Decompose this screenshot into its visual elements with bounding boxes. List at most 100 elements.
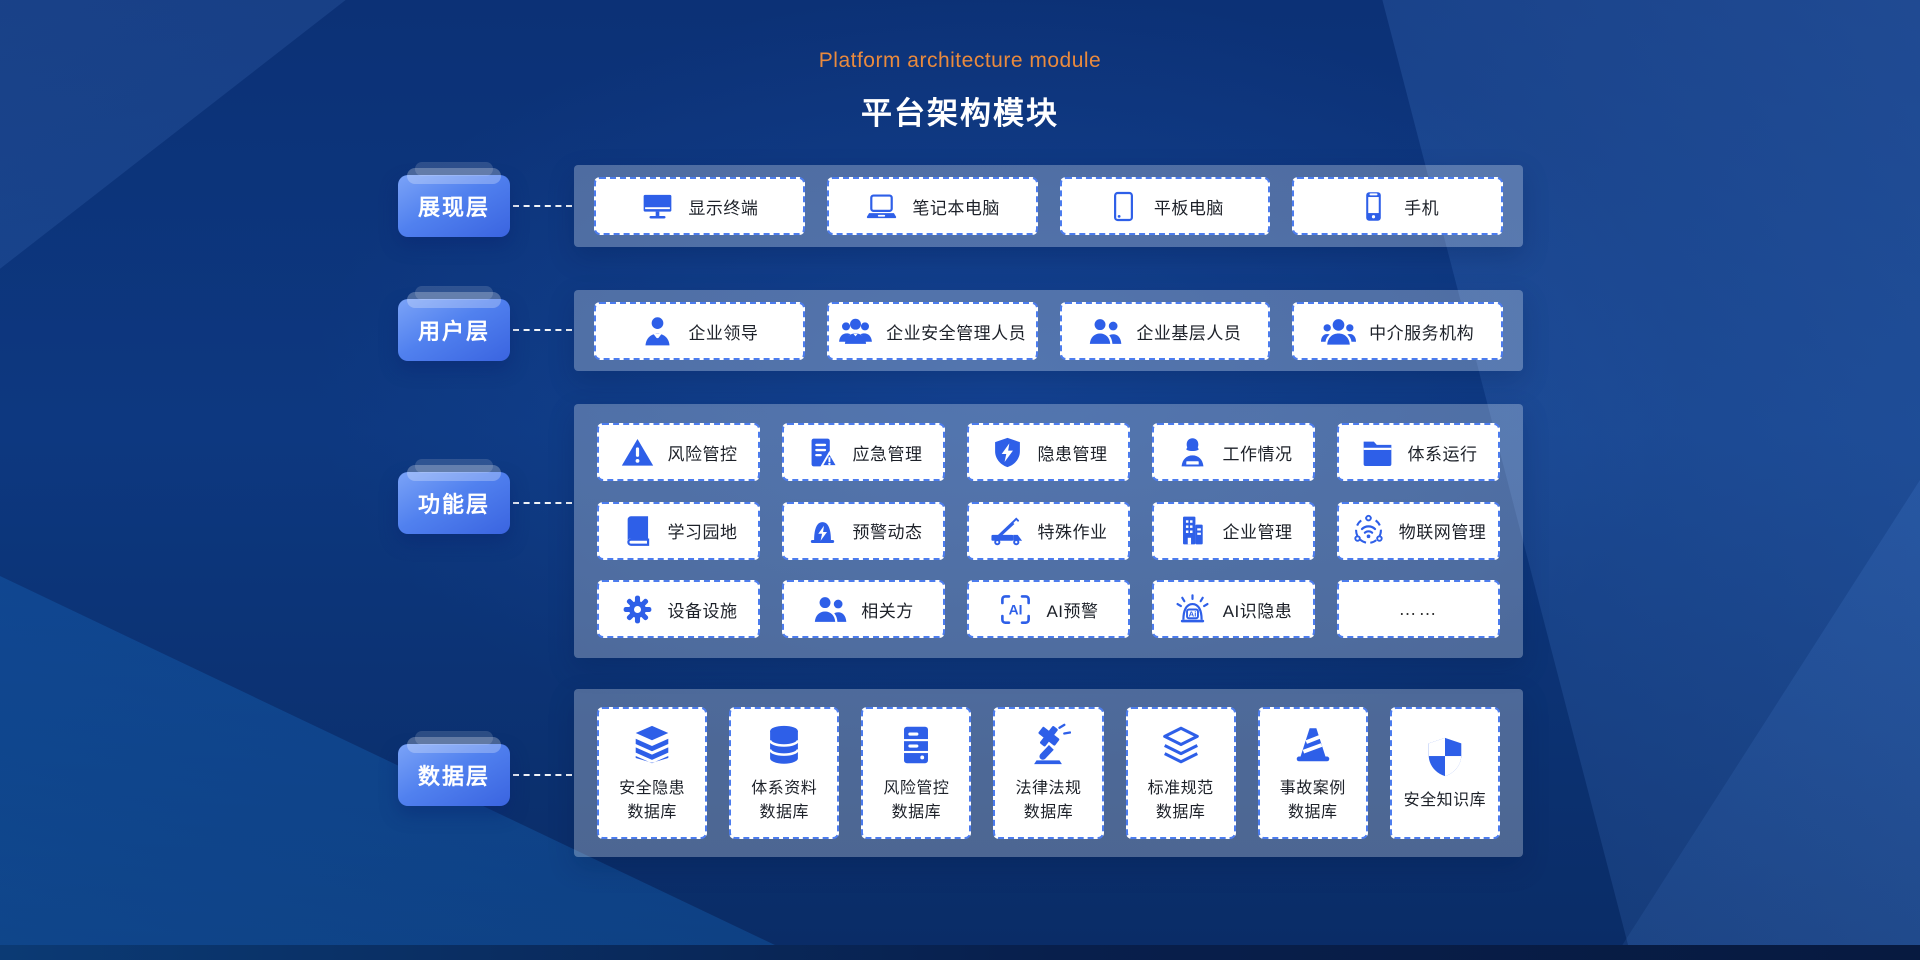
module-card: 特殊作业 — [967, 502, 1130, 560]
module-label: AI识隐患 — [1223, 597, 1293, 622]
layer-tab-label: 用户层 — [418, 314, 490, 346]
module-card: 中介服务机构 — [1292, 302, 1503, 360]
module-card: 安全知识库 — [1390, 707, 1500, 839]
module-card: 事故案例 数据库 — [1258, 707, 1368, 839]
crane-truck-icon — [990, 513, 1025, 548]
module-card: Ai AI识隐患 — [1152, 580, 1315, 638]
connector-line — [513, 502, 572, 504]
module-label: AI预警 — [1046, 597, 1098, 622]
connector-line — [513, 205, 572, 207]
module-card: 风险管控 — [597, 423, 760, 481]
layer-tab-label: 功能层 — [418, 487, 490, 519]
connector-line — [513, 329, 572, 331]
module-label: 设备设施 — [668, 597, 738, 622]
shield-bolt-icon — [990, 435, 1025, 470]
module-card: 平板电脑 — [1060, 177, 1271, 235]
module-card: 标准规范 数据库 — [1126, 707, 1236, 839]
module-label: 安全知识库 — [1404, 789, 1487, 812]
module-label: 事故案例 数据库 — [1280, 777, 1346, 823]
bottom-edge-band — [0, 945, 1920, 960]
module-label: 预警动态 — [853, 518, 923, 543]
siren-bolt-icon — [805, 513, 840, 548]
module-card: 预警动态 — [782, 502, 945, 560]
layer-tab-label: 展现层 — [418, 190, 490, 222]
team-manager-icon — [838, 314, 873, 349]
module-label: 企业安全管理人员 — [886, 319, 1026, 344]
module-card: 物联网管理 — [1337, 502, 1500, 560]
layers-outline-icon — [1158, 722, 1204, 768]
module-card: 隐患管理 — [967, 423, 1130, 481]
module-label: 企业基层人员 — [1136, 319, 1241, 344]
module-card: 工作情况 — [1152, 423, 1315, 481]
module-label: 标准规范 数据库 — [1148, 777, 1214, 823]
agency-group-icon — [1321, 314, 1356, 349]
module-label: 风险管控 数据库 — [883, 777, 949, 823]
module-label: 企业管理 — [1223, 518, 1293, 543]
module-label: 企业领导 — [688, 319, 758, 344]
layer-tab-label: 数据层 — [418, 759, 490, 791]
shield-check-icon — [1422, 734, 1468, 780]
module-card: AI AI预警 — [967, 580, 1130, 638]
module-label: 学习园地 — [668, 518, 738, 543]
layer-panel-user: 企业领导 企业安全管理人员 企业基层人员 中介服务机构 — [574, 290, 1523, 371]
module-label: 相关方 — [861, 597, 914, 622]
page-title: 平台架构模块 — [0, 88, 1920, 133]
module-card: 企业安全管理人员 — [827, 302, 1038, 360]
server-icon — [893, 722, 939, 768]
staff-pair-icon — [1088, 314, 1123, 349]
document-alert-icon — [805, 435, 840, 470]
module-card: 笔记本电脑 — [827, 177, 1038, 235]
architecture-diagram: Platform architecture module 平台架构模块 展现层 显… — [0, 0, 1920, 960]
page-subtitle: Platform architecture module — [0, 49, 1920, 73]
module-label: 中介服务机构 — [1369, 319, 1474, 344]
module-card: 体系运行 — [1337, 423, 1500, 481]
folder-icon — [1360, 435, 1395, 470]
monitor-icon — [640, 189, 675, 224]
module-card: 安全隐患 数据库 — [597, 707, 707, 839]
module-label: 显示终端 — [688, 194, 758, 219]
warning-triangle-icon — [620, 435, 655, 470]
module-card: 学习园地 — [597, 502, 760, 560]
module-card: 手机 — [1292, 177, 1503, 235]
partners-icon — [813, 592, 848, 627]
module-label: …… — [1399, 599, 1439, 620]
module-label: 隐患管理 — [1038, 440, 1108, 465]
worker-icon — [1175, 435, 1210, 470]
gear-icon — [620, 592, 655, 627]
leader-icon — [640, 314, 675, 349]
module-card: 显示终端 — [594, 177, 805, 235]
layers-stack-icon — [629, 722, 675, 768]
layer-panel-function: 风险管控应急管理 隐患管理 工作情况体系运行学习园地 预警动态 特殊作业 企业管理 物联网管… — [574, 404, 1523, 658]
phone-icon — [1356, 189, 1391, 224]
ai-siren-icon: Ai — [1175, 592, 1210, 627]
tablet-icon — [1106, 189, 1141, 224]
svg-text:Ai: Ai — [1188, 609, 1196, 618]
module-card: 相关方 — [782, 580, 945, 638]
module-label: 手机 — [1404, 194, 1439, 219]
module-card: 体系资料 数据库 — [729, 707, 839, 839]
building-icon — [1175, 513, 1210, 548]
module-card: 风险管控 数据库 — [861, 707, 971, 839]
layer-panel-presentation: 显示终端 笔记本电脑 平板电脑 手机 — [574, 165, 1523, 247]
module-card: …… — [1337, 580, 1500, 638]
module-label: 笔记本电脑 — [912, 194, 1000, 219]
connector-line — [513, 774, 572, 776]
traffic-cone-icon — [1290, 722, 1336, 768]
database-icon — [761, 722, 807, 768]
layer-tab-user: 用户层 — [398, 299, 510, 361]
laptop-icon — [864, 189, 899, 224]
module-label: 物联网管理 — [1399, 518, 1487, 543]
module-card: 企业基层人员 — [1060, 302, 1271, 360]
module-card: 企业管理 — [1152, 502, 1315, 560]
layer-panel-data: 安全隐患 数据库体系资料 数据库风险管控 数据库法律法规 数据库标准规范 数据库… — [574, 689, 1523, 857]
layer-tab-presentation: 展现层 — [398, 175, 510, 237]
module-card: 应急管理 — [782, 423, 945, 481]
gavel-icon — [1025, 722, 1071, 768]
ai-scan-icon: AI — [998, 592, 1033, 627]
module-card: 企业领导 — [594, 302, 805, 360]
module-label: 安全隐患 数据库 — [619, 777, 685, 823]
module-label: 平板电脑 — [1154, 194, 1224, 219]
iot-network-icon — [1351, 513, 1386, 548]
layer-tab-function: 功能层 — [398, 472, 510, 534]
layer-tab-data: 数据层 — [398, 744, 510, 806]
